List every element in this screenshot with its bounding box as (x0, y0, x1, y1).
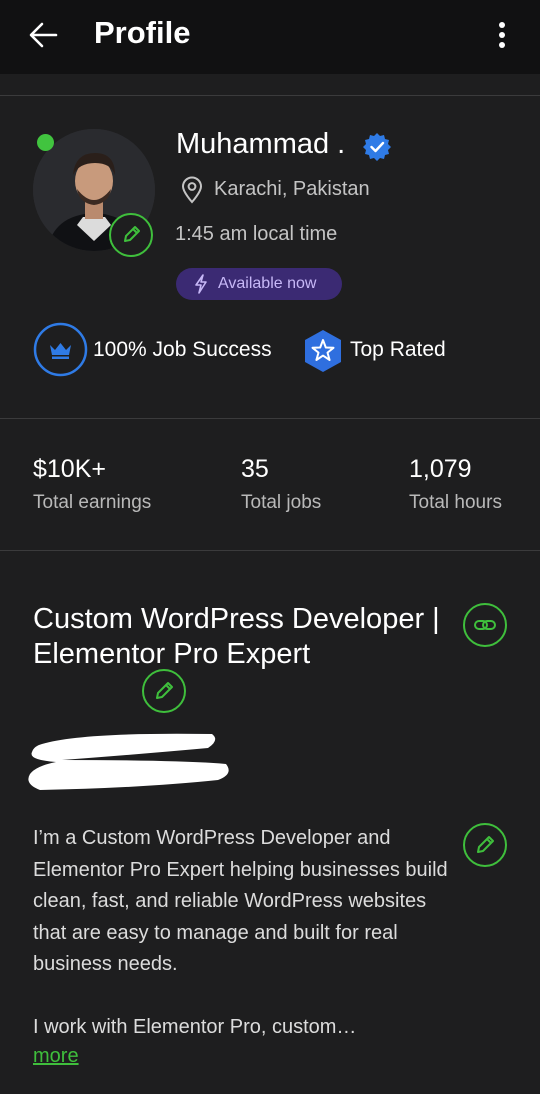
availability-label: Available now (218, 275, 317, 292)
verified-check-icon (362, 132, 392, 162)
link-icon (474, 620, 496, 630)
overview-text: I’m a Custom WordPress Developer and Ele… (33, 823, 453, 1043)
divider (0, 550, 540, 551)
star-icon (305, 330, 341, 372)
top-rated-badge[interactable] (302, 329, 344, 373)
page-title: Profile (94, 15, 191, 50)
pencil-icon (156, 682, 173, 699)
copy-link-button[interactable] (463, 603, 507, 647)
edit-headline-button[interactable] (142, 669, 186, 713)
redaction-mark (22, 730, 232, 792)
overview-paragraph: I work with Elementor Pro, custom… (33, 1015, 357, 1038)
divider (0, 418, 540, 419)
top-rated-label: Top Rated (350, 338, 446, 361)
stat-jobs-label: Total jobs (241, 492, 322, 513)
local-time: 1:45 am local time (175, 223, 338, 245)
divider (0, 95, 540, 96)
location-pin-icon (179, 176, 205, 204)
availability-badge[interactable]: Available now (176, 268, 342, 300)
lightning-icon (195, 274, 207, 294)
avatar-container (33, 129, 155, 257)
stat-hours-label: Total hours (409, 492, 502, 513)
pencil-icon (477, 836, 494, 853)
profile-headline: Custom WordPress Developer | Elementor P… (33, 603, 440, 670)
top-app-bar: Profile (0, 0, 540, 74)
overview-paragraph: I’m a Custom WordPress Developer and Ele… (33, 827, 448, 975)
more-vert-icon[interactable] (490, 19, 514, 51)
profile-name: Muhammad . (176, 128, 346, 160)
job-success-badge[interactable] (33, 322, 88, 377)
online-status-dot (37, 134, 54, 151)
pencil-icon (124, 226, 140, 242)
stat-earnings-value: $10K+ (33, 455, 106, 483)
edit-overview-button[interactable] (463, 823, 507, 867)
edit-photo-button[interactable] (109, 213, 153, 257)
stat-jobs-value: 35 (241, 455, 269, 483)
more-link[interactable]: more (33, 1045, 79, 1068)
job-success-label: 100% Job Success (93, 338, 272, 361)
stat-earnings-label: Total earnings (33, 492, 152, 513)
stat-hours-value: 1,079 (409, 455, 472, 483)
profile-location: Karachi, Pakistan (214, 178, 370, 200)
back-arrow-icon[interactable] (26, 19, 62, 51)
crown-icon (33, 322, 88, 377)
